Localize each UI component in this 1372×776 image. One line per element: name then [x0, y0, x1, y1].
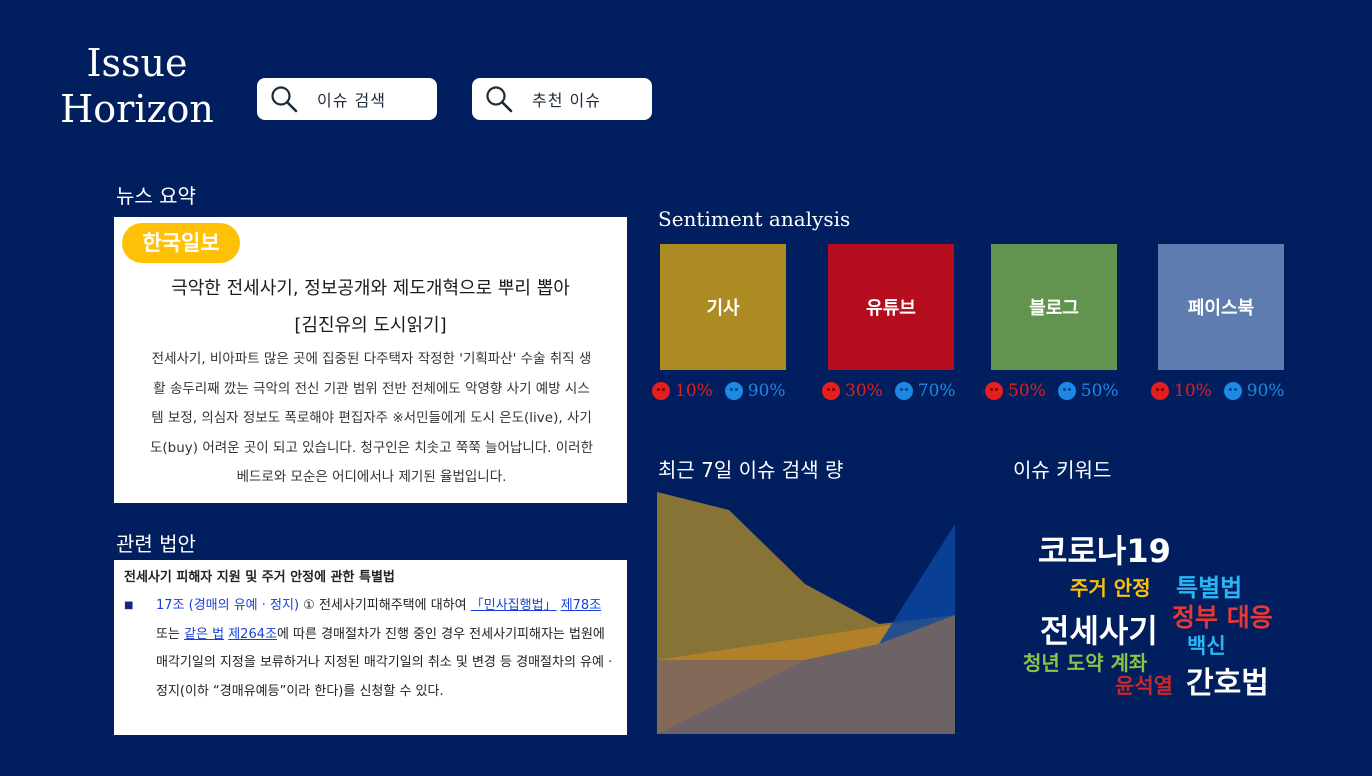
sentiment-youtube-tile[interactable]: 유튜브: [828, 244, 954, 370]
law-text: ① 전세사기피해주택에 대하여: [299, 598, 471, 613]
same-law-link[interactable]: 같은 법: [184, 627, 224, 642]
search-icon: [271, 86, 298, 113]
angry-face-icon: [822, 382, 840, 400]
news-body-line: 템 보정, 의심자 정보도 폭로해야 편집자주 ※서민들에게 도시 은도(liv…: [151, 410, 592, 426]
angry-face-icon: [652, 382, 670, 400]
sentiment-blog-tile[interactable]: 블로그: [991, 244, 1117, 370]
search-volume-area-chart: [657, 492, 955, 734]
search-icon: [486, 86, 513, 113]
angry-face-icon: [985, 382, 1003, 400]
keyword-item[interactable]: 간호법: [1186, 658, 1269, 702]
sentiment-news-tile[interactable]: 기사: [660, 244, 786, 370]
keyword-item[interactable]: 코로나19: [1038, 526, 1171, 572]
news-body-line: 도(buy) 어려운 곳이 되고 있습니다. 청구인은 치솟고 쭉쭉 늘어납니다…: [149, 439, 594, 456]
issue-search-button[interactable]: 이슈 검색: [257, 78, 437, 120]
smile-face-icon: [894, 382, 913, 400]
sentiment-blog-stats: 50% 50%: [985, 378, 1119, 404]
smile-face-icon: [1057, 382, 1076, 400]
search-volume-heading: 최근 7일 이슈 검색 량: [658, 458, 844, 482]
tile-label: 블로그: [1029, 298, 1079, 319]
recommended-issue-label: 추천 이슈: [532, 91, 601, 110]
positive-value: 50%: [1080, 381, 1119, 401]
law-article: ■ 17조 (경매의 유예 · 정지) ① 전세사기피해주택에 대하여 「민사집…: [124, 592, 617, 706]
keyword-item[interactable]: 전세사기: [1040, 606, 1158, 652]
keyword-item[interactable]: 주거 안정: [1070, 572, 1151, 601]
keyword-item[interactable]: 정부 대응: [1172, 598, 1273, 634]
smile-face-icon: [1223, 382, 1242, 400]
logo-line-1: Issue: [86, 41, 188, 85]
tile-label: 유튜브: [866, 298, 916, 319]
news-body: 전세사기, 비아파트 많은 곳에 집중된 다주택자 작정한 '기획파산' 수술 …: [124, 345, 619, 493]
tile-label: 기사: [706, 298, 740, 319]
keyword-item[interactable]: 백신: [1187, 630, 1226, 660]
civil-execution-act-link[interactable]: 「민사집행법」: [471, 598, 557, 613]
law-text: 또는: [156, 626, 185, 642]
news-body-line: 전세사기, 비아파트 많은 곳에 집중된 다주택자 작정한 '기획파산' 수술 …: [151, 351, 592, 367]
article-264-link[interactable]: 제264조: [228, 627, 277, 642]
positive-value: 90%: [1246, 381, 1285, 401]
keyword-item[interactable]: 윤석열: [1115, 670, 1173, 700]
negative-value: 30%: [845, 381, 883, 401]
tile-label: 페이스북: [1187, 298, 1255, 319]
law-title: 전세사기 피해자 지원 및 주거 안정에 관한 특별법: [124, 570, 395, 585]
sentiment-facebook-stats: 10% 90%: [1151, 378, 1285, 404]
sentiment-youtube-stats: 30% 70%: [822, 378, 956, 404]
smile-face-icon: [724, 382, 743, 400]
logo-line-2: Horizon: [60, 87, 214, 131]
keywords-heading: 이슈 키워드: [1013, 458, 1112, 482]
bullet-icon: ■: [124, 600, 134, 611]
news-summary-card[interactable]: 한국일보 극악한 전세사기, 정보공개와 제도개혁으로 뿌리 뽑아 [김진유의 …: [114, 217, 627, 503]
app-logo: Issue Horizon: [52, 40, 222, 132]
issue-search-label: 이슈 검색: [317, 91, 386, 110]
news-body-line: 베드로와 모순은 어디에서나 제기된 율법입니다.: [236, 469, 507, 485]
sentiment-facebook-tile[interactable]: 페이스북: [1158, 244, 1284, 370]
negative-value: 10%: [1174, 381, 1212, 401]
related-law-heading: 관련 법안: [116, 532, 196, 556]
article-78-link[interactable]: 제78조: [561, 598, 601, 613]
related-law-card: 전세사기 피해자 지원 및 주거 안정에 관한 특별법 ■ 17조 (경매의 유…: [114, 560, 627, 735]
angry-face-icon: [1151, 382, 1169, 400]
source-badge: 한국일보: [122, 223, 240, 263]
news-summary-heading: 뉴스 요약: [116, 184, 196, 208]
news-subtitle: [김진유의 도시읽기]: [294, 315, 447, 336]
news-title: 극악한 전세사기, 정보공개와 제도개혁으로 뿌리 뽑아: [171, 278, 570, 299]
sentiment-news-stats: 10% 90%: [652, 378, 786, 404]
recommended-issue-button[interactable]: 추천 이슈: [472, 78, 652, 120]
sentiment-heading: Sentiment analysis: [658, 207, 851, 231]
positive-value: 70%: [917, 381, 956, 401]
positive-value: 90%: [747, 381, 786, 401]
negative-value: 10%: [675, 381, 713, 401]
negative-value: 50%: [1008, 381, 1046, 401]
news-body-line: 활 송두리째 깠는 극악의 전신 기관 범위 전반 전체에도 악영향 사기 예방…: [153, 380, 590, 397]
article-number: 17조 (경매의 유예 · 정지): [156, 598, 300, 613]
